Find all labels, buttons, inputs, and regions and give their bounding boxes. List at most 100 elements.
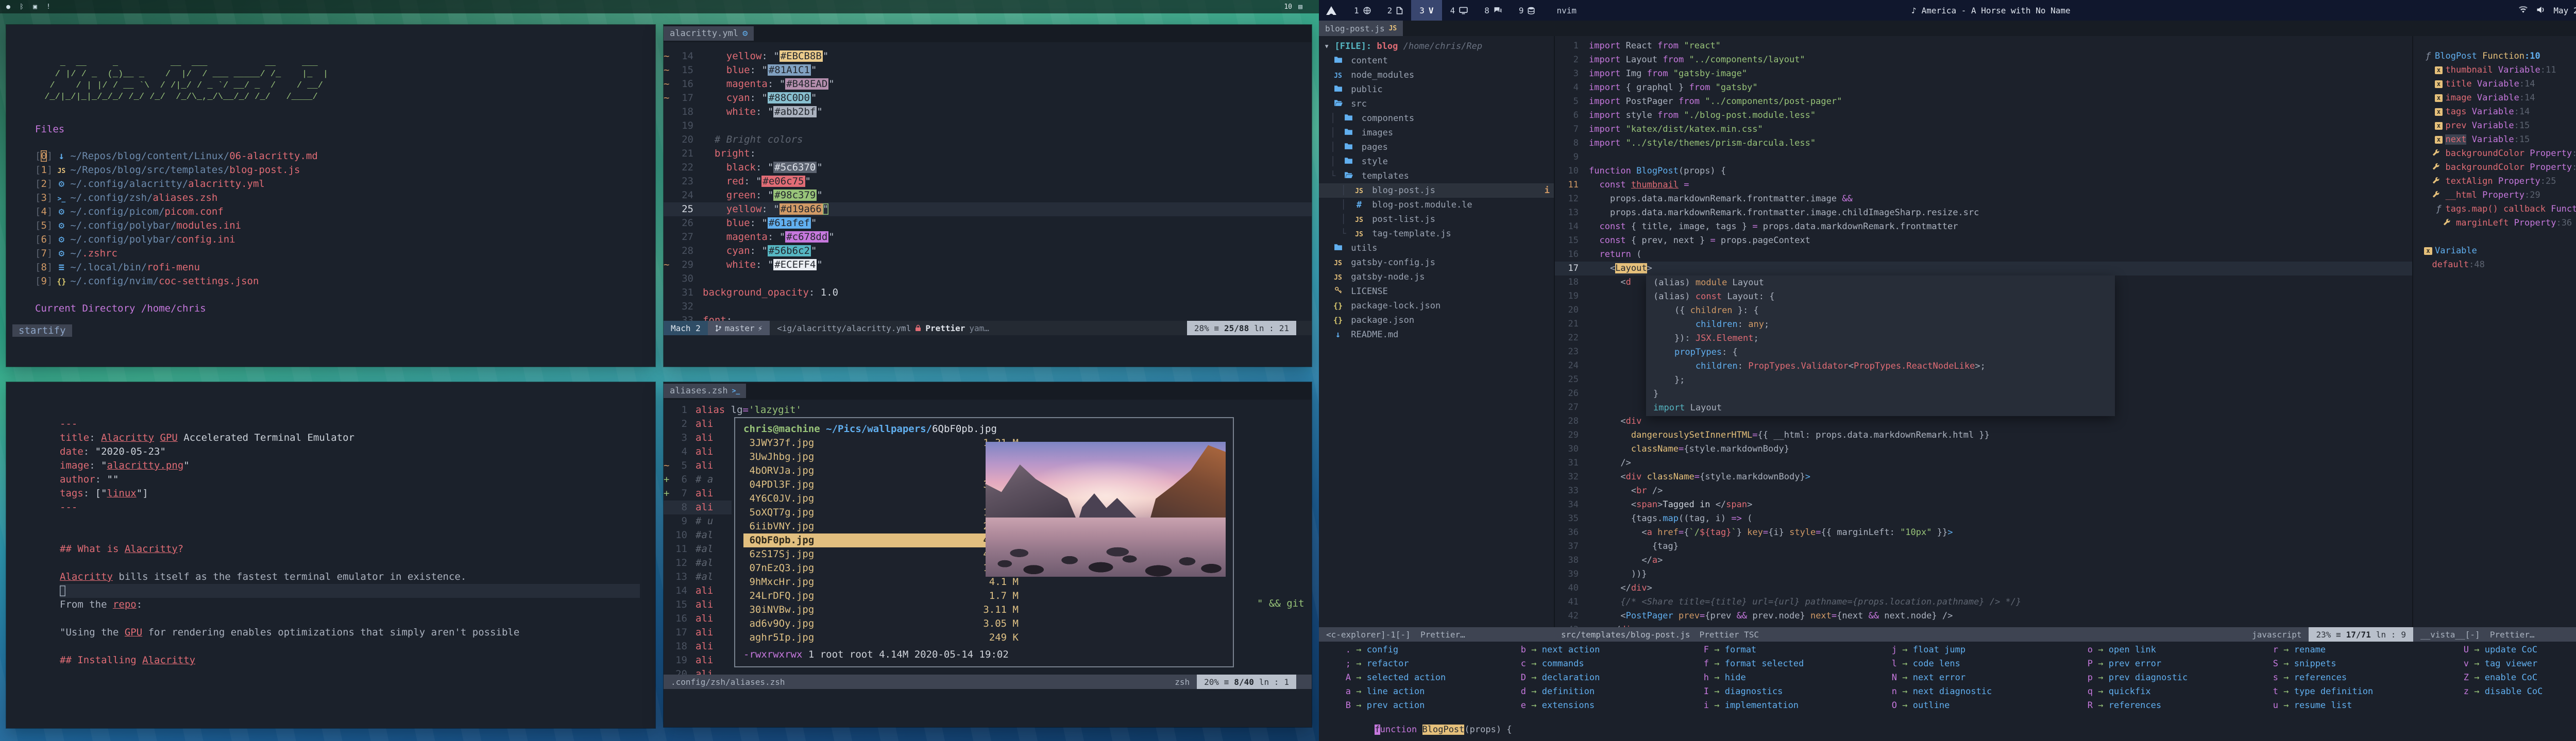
file-row[interactable]: ad6v9Oy.jpg3.05 M: [743, 617, 1026, 631]
vista-item-next[interactable]: xnext Variable:15: [2413, 133, 2576, 147]
coc-explorer[interactable]: ▾ [FILE]: blog /home/chris/Rep contentJS…: [1319, 36, 1554, 627]
startify-entry[interactable]: [4]⚙~/.config/picom/picom.conf: [35, 205, 655, 219]
window-aliases[interactable]: aliases.zsh >_ 1alias lg='lazygit' 2ali …: [664, 382, 1312, 727]
vista-item-backgroundColor[interactable]: backgroundColor Property:: [2413, 161, 2576, 175]
which-key-u[interactable]: u → resume list: [2272, 700, 2352, 711]
file-manager-float[interactable]: chris@machine ~/Pics/wallpapers/6QbF0pb.…: [734, 417, 1234, 667]
tree-item-pages[interactable]: │ pages: [1319, 140, 1554, 154]
tree-item-utils[interactable]: utils: [1319, 241, 1554, 255]
vista-item-thumbnail[interactable]: xthumbnail Variable:11: [2413, 63, 2576, 77]
tree-item-post-list.js[interactable]: │ JS post-list.js: [1319, 212, 1554, 227]
which-key-c[interactable]: c → commands: [1520, 659, 1584, 669]
which-key-b[interactable]: b → next action: [1520, 645, 1600, 655]
file-row[interactable]: 6zS17Sj.jpg4.96 M: [743, 547, 1026, 561]
vista-item-__html[interactable]: __html Property:29: [2413, 188, 2576, 202]
window-icon[interactable]: ▣: [31, 3, 39, 11]
which-key-O[interactable]: O → outline: [1891, 700, 1950, 711]
tree-item-node_modules[interactable]: JS node_modules: [1319, 68, 1554, 82]
alacritty-buffer[interactable]: ~14 yellow: "#EBCB8B"~15 blue: "#81A1C1"…: [664, 49, 1312, 328]
which-key-r[interactable]: r → rename: [2272, 645, 2326, 655]
file-row[interactable]: 9hMxcHr.jpg4.1 M: [743, 575, 1026, 589]
file-row[interactable]: 3JWY37f.jpg1.31 M: [743, 436, 1026, 450]
which-key-a[interactable]: a → line action: [1345, 686, 1425, 697]
which-key-.[interactable]: . → config: [1345, 645, 1398, 655]
which-key-;[interactable]: ; → refactor: [1345, 659, 1409, 669]
code-buffer[interactable]: 1import React from "react"2import Layout…: [1555, 36, 2412, 627]
which-key-Z[interactable]: Z → enable CoC: [2463, 673, 2537, 683]
vista-item-textAlign[interactable]: textAlign Property:25: [2413, 175, 2576, 188]
which-key-e[interactable]: e → extensions: [1520, 700, 1595, 711]
file-row[interactable]: 24LrDFQ.jpg1.7 M: [743, 589, 1026, 603]
tree-item-gatsby-config.js[interactable]: JS gatsby-config.js: [1319, 255, 1554, 270]
volume-icon[interactable]: [2536, 6, 2545, 15]
workspace-1[interactable]: 1: [1346, 0, 1379, 21]
workspace-9[interactable]: 9: [1511, 0, 1544, 21]
startify-entry[interactable]: [3]>_~/.config/zsh/aliases.zsh: [35, 191, 655, 205]
markdown-buffer[interactable]: ---title: Alacritty GPU Accelerated Term…: [60, 417, 640, 667]
window-markdown[interactable]: ---title: Alacritty GPU Accelerated Term…: [6, 382, 655, 728]
which-key-N[interactable]: N → next error: [1891, 673, 1965, 683]
file-row[interactable]: 4bORVJa.jpg943 K: [743, 464, 1026, 478]
file-row[interactable]: 3UwJhbg.jpg680 K: [743, 450, 1026, 464]
file-row[interactable]: 30iNVBw.jpg3.11 M: [743, 603, 1026, 617]
which-key-I[interactable]: I → diagnostics: [1703, 686, 1783, 697]
startify-entry[interactable]: [7]⚙~/.zshrc: [35, 247, 655, 261]
which-key-n[interactable]: n → next diagnostic: [1891, 686, 1992, 697]
which-key-D[interactable]: D → declaration: [1520, 673, 1600, 683]
tab-alacritty-yml[interactable]: alacritty.yml ⚙: [664, 26, 754, 41]
file-row[interactable]: 04PDl3F.jpg3.51 M: [743, 478, 1026, 492]
workspace-3[interactable]: 3V: [1411, 0, 1442, 21]
which-key-f[interactable]: f → format selected: [1703, 659, 1804, 669]
which-key-B[interactable]: B → prev action: [1345, 700, 1425, 711]
file-row[interactable]: 5oXQT7g.jpg1.22 M: [743, 506, 1026, 520]
workspace-4[interactable]: 4: [1442, 0, 1477, 21]
startify-entry[interactable]: [8]≡~/.local/bin/rofi-menu: [35, 261, 655, 274]
workspace-8[interactable]: 8: [1476, 0, 1511, 21]
which-key-P[interactable]: P → prev error: [2087, 659, 2161, 669]
tab-blog-post-js[interactable]: blog-post.js JS: [1319, 21, 1403, 36]
vista-item-BlogPost[interactable]: ƒBlogPost Function:10: [2413, 49, 2576, 63]
tree-item-gatsby-node.js[interactable]: JS gatsby-node.js: [1319, 270, 1554, 284]
vista-item-image[interactable]: ximage Variable:14: [2413, 91, 2576, 105]
which-key-S[interactable]: S → snippets: [2272, 659, 2336, 669]
tree-item-package.json[interactable]: {} package.json: [1319, 313, 1554, 328]
startify-entry[interactable]: [5]⚙~/.config/polybar/modules.ini: [35, 219, 655, 233]
vista-item-backgroundColor[interactable]: backgroundColor Property:: [2413, 147, 2576, 161]
startify-entry[interactable]: [2]⚙~/.config/alacritty/alacritty.yml: [35, 177, 655, 191]
which-key-j[interactable]: j → float jump: [1891, 645, 1965, 655]
which-key-h[interactable]: h → hide: [1703, 673, 1746, 683]
tree-item-style[interactable]: │ style: [1319, 154, 1554, 169]
workspace-2[interactable]: 2: [1379, 0, 1412, 21]
which-key-s[interactable]: s → references: [2272, 673, 2347, 683]
which-key-U[interactable]: U → update CoC: [2463, 645, 2537, 655]
tab-aliases-zsh[interactable]: aliases.zsh >_: [664, 384, 746, 398]
tree-item-LICENSE[interactable]: LICENSE: [1319, 284, 1554, 299]
which-key-q[interactable]: q → quickfix: [2087, 686, 2151, 697]
which-key-p[interactable]: p → prev diagnostic: [2087, 673, 2188, 683]
tree-item-public[interactable]: public: [1319, 82, 1554, 97]
which-key-R[interactable]: R → references: [2087, 700, 2161, 711]
which-key-i[interactable]: i → implementation: [1703, 700, 1799, 711]
startify-entry[interactable]: [1]JS~/Repos/blog/src/templates/blog-pos…: [35, 163, 655, 177]
which-key-F[interactable]: F → format: [1703, 645, 1756, 655]
vista-item-marginLeft[interactable]: marginLeft Property:36: [2413, 216, 2576, 230]
startify-entry[interactable]: [9]{}~/.config/nvim/coc-settings.json: [35, 274, 655, 288]
which-key-d[interactable]: d → definition: [1520, 686, 1595, 697]
file-row[interactable]: 6iibVNY.jpg2.06 M: [743, 520, 1026, 533]
tree-item-content[interactable]: content: [1319, 54, 1554, 68]
tree-item-components[interactable]: │ components: [1319, 111, 1554, 126]
file-row[interactable]: 07nEzQ3.jpg1.86 M: [743, 561, 1026, 575]
tree-item-images[interactable]: │ images: [1319, 126, 1554, 140]
which-key-l[interactable]: l → code lens: [1891, 659, 1960, 669]
tree-item-templates[interactable]: └ templates: [1319, 169, 1554, 183]
file-row[interactable]: 4Y6C0JV.jpg539 K: [743, 492, 1026, 506]
wifi-icon[interactable]: [2518, 6, 2528, 15]
file-row[interactable]: 6QbF0pb.jpg4.14 M: [743, 533, 1026, 547]
tree-item-blog-post.module.le[interactable]: │ # blog-post.module.le: [1319, 198, 1554, 212]
tree-item-src[interactable]: src: [1319, 97, 1554, 111]
which-key-z[interactable]: z → disable CoC: [2463, 686, 2543, 697]
vista-item-tags[interactable]: xtags Variable:14: [2413, 105, 2576, 119]
bluetooth-icon[interactable]: ᛒ: [18, 3, 26, 11]
which-key-o[interactable]: o → open link: [2087, 645, 2156, 655]
vista-item-prev[interactable]: xprev Variable:15: [2413, 119, 2576, 133]
